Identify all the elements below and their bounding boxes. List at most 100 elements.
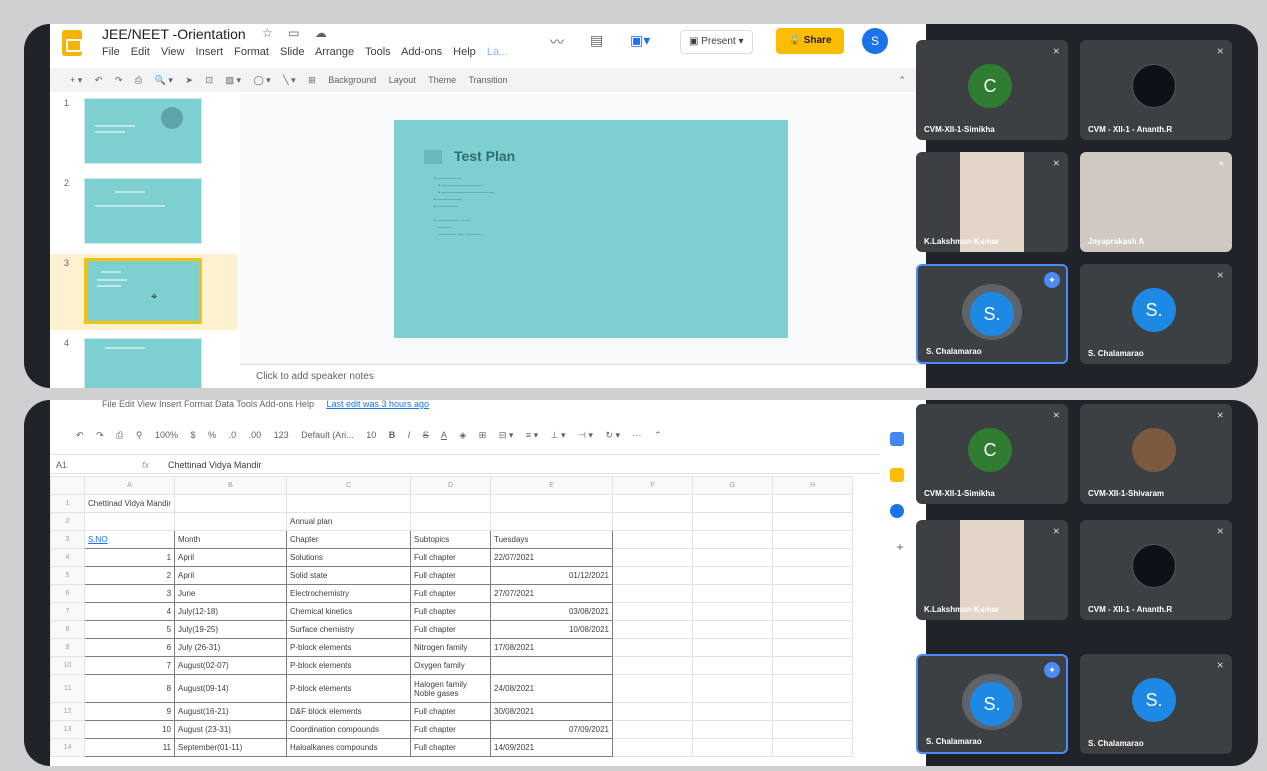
table-cell[interactable]: Subtopics <box>410 530 492 549</box>
table-cell[interactable]: July (26-31) <box>174 638 288 657</box>
column-header[interactable]: F <box>612 476 694 495</box>
table-cell[interactable] <box>772 638 854 657</box>
slide-thumbnail[interactable] <box>84 178 202 244</box>
table-cell[interactable]: Chettinad Vidya Mandir <box>83 494 176 513</box>
row-header[interactable]: 8 <box>50 620 85 639</box>
formula-input[interactable]: Chettinad Vidya Mandir <box>168 455 261 475</box>
table-cell[interactable] <box>772 720 854 739</box>
table-cell[interactable]: September(01-11) <box>174 738 288 757</box>
table-cell[interactable]: 14/09/2021 <box>490 738 614 757</box>
table-cell[interactable]: 6 <box>83 638 176 657</box>
menu-file[interactable]: File <box>102 400 117 409</box>
table-cell[interactable] <box>83 512 176 531</box>
table-cell[interactable] <box>490 512 614 531</box>
participant-tile[interactable]: ⨯ S. S. Chalamarao <box>1080 654 1232 754</box>
table-cell[interactable]: Coordination compounds <box>286 720 412 739</box>
table-cell[interactable]: 03/08/2021 <box>490 602 614 621</box>
current-slide[interactable]: Test Plan • ─────── • ──────────── • ───… <box>394 120 788 338</box>
table-cell[interactable] <box>286 494 412 513</box>
table-cell[interactable]: April <box>174 566 288 585</box>
table-cell[interactable]: 8 <box>83 674 176 703</box>
table-cell[interactable]: August(16-21) <box>174 702 288 721</box>
zoom-icon[interactable]: 🔍 ▾ <box>155 75 173 85</box>
print-icon[interactable]: ⎙ <box>135 75 142 85</box>
select-icon[interactable]: ➤ <box>185 75 193 85</box>
table-cell[interactable] <box>490 656 614 675</box>
table-cell[interactable] <box>772 702 854 721</box>
toolbar-background[interactable]: Background <box>328 75 376 85</box>
strikethrough-button[interactable]: S <box>423 430 429 440</box>
redo-icon[interactable]: ↷ <box>96 430 104 440</box>
participant-tile[interactable]: ⨯ CVM - XII-1 - Ananth.R <box>1080 520 1232 620</box>
participant-tile-active[interactable]: ✦ S. S. Chalamarao <box>916 654 1068 754</box>
rotate-icon[interactable]: ↻ ▾ <box>605 430 620 440</box>
table-cell[interactable] <box>612 702 694 721</box>
table-cell[interactable] <box>692 620 774 639</box>
activity-icon[interactable]: 〰 <box>550 32 564 52</box>
participant-tile[interactable]: ⨯ C CVM-XII-1-Simikha <box>916 40 1068 140</box>
more-icon[interactable]: ⋯ <box>633 430 642 440</box>
table-cell[interactable] <box>612 566 694 585</box>
account-avatar[interactable]: S <box>862 28 888 54</box>
slide-thumb-row-3[interactable]: 3 ⌖ <box>50 254 238 330</box>
increase-decimal[interactable]: .00 <box>249 430 262 440</box>
fill-color-icon[interactable]: ◈ <box>459 430 466 440</box>
slide-thumbnail[interactable] <box>84 338 202 388</box>
wrap-icon[interactable]: ⊣ ▾ <box>578 430 593 440</box>
table-cell[interactable]: 24/08/2021 <box>490 674 614 703</box>
table-cell[interactable] <box>692 738 774 757</box>
row-header[interactable]: 2 <box>50 512 85 531</box>
table-cell[interactable]: August (23-31) <box>174 720 288 739</box>
merge-icon[interactable]: ⊟ ▾ <box>499 430 514 440</box>
table-cell[interactable] <box>772 494 854 513</box>
table-cell[interactable] <box>612 512 694 531</box>
menu-slide[interactable]: Slide <box>280 46 304 58</box>
line-icon[interactable]: ╲ ▾ <box>283 75 295 85</box>
table-cell[interactable] <box>772 602 854 621</box>
table-cell[interactable] <box>692 512 774 531</box>
bold-button[interactable]: B <box>389 430 396 440</box>
menu-insert[interactable]: Insert <box>159 400 182 409</box>
table-cell[interactable] <box>772 656 854 675</box>
row-header[interactable]: 11 <box>50 674 85 703</box>
table-cell[interactable]: 10/08/2021 <box>490 620 614 639</box>
table-cell[interactable] <box>410 512 492 531</box>
last-edit-link[interactable]: Last edit was 3 hours ago <box>326 400 429 409</box>
table-cell[interactable] <box>692 674 774 703</box>
menu-help[interactable]: Help <box>295 400 314 409</box>
participant-tile[interactable]: ⨯ CVM-XII-1-Shivaram <box>1080 404 1232 504</box>
row-header[interactable]: 4 <box>50 548 85 567</box>
undo-icon[interactable]: ↶ <box>76 430 84 440</box>
menu-tools[interactable]: Tools <box>365 46 391 58</box>
table-cell[interactable]: S.NO <box>83 530 176 549</box>
row-header[interactable]: 3 <box>50 530 85 549</box>
participant-tile-active[interactable]: ✦ S. S. Chalamarao <box>916 264 1068 364</box>
keep-icon[interactable] <box>890 468 904 482</box>
align-icon[interactable]: ≡ ▾ <box>526 430 538 440</box>
table-cell[interactable] <box>612 548 694 567</box>
row-header[interactable]: 9 <box>50 638 85 657</box>
table-cell[interactable]: April <box>174 548 288 567</box>
speaker-notes[interactable]: Click to add speaker notes <box>240 364 926 388</box>
table-cell[interactable] <box>490 494 614 513</box>
table-cell[interactable] <box>612 720 694 739</box>
decrease-decimal[interactable]: .0 <box>229 430 237 440</box>
table-cell[interactable] <box>612 656 694 675</box>
table-cell[interactable] <box>692 566 774 585</box>
font-select[interactable]: Default (Ari... <box>301 430 354 440</box>
row-header[interactable]: 12 <box>50 702 85 721</box>
table-cell[interactable]: Full chapter <box>410 566 492 585</box>
table-cell[interactable]: 1 <box>83 548 176 567</box>
table-cell[interactable]: Full chapter <box>410 548 492 567</box>
table-cell[interactable]: Annual plan <box>286 512 412 531</box>
menu-arrange[interactable]: Arrange <box>315 46 354 58</box>
slides-logo-icon[interactable] <box>62 30 82 56</box>
toolbar-layout[interactable]: Layout <box>389 75 416 85</box>
textbox-icon[interactable]: ⊡ <box>205 75 213 85</box>
table-cell[interactable]: P-block elements <box>286 656 412 675</box>
table-cell[interactable] <box>612 530 694 549</box>
table-cell[interactable]: 30/08/2021 <box>490 702 614 721</box>
table-cell[interactable]: July(19-25) <box>174 620 288 639</box>
table-cell[interactable] <box>410 494 492 513</box>
percent-format[interactable]: % <box>208 430 216 440</box>
